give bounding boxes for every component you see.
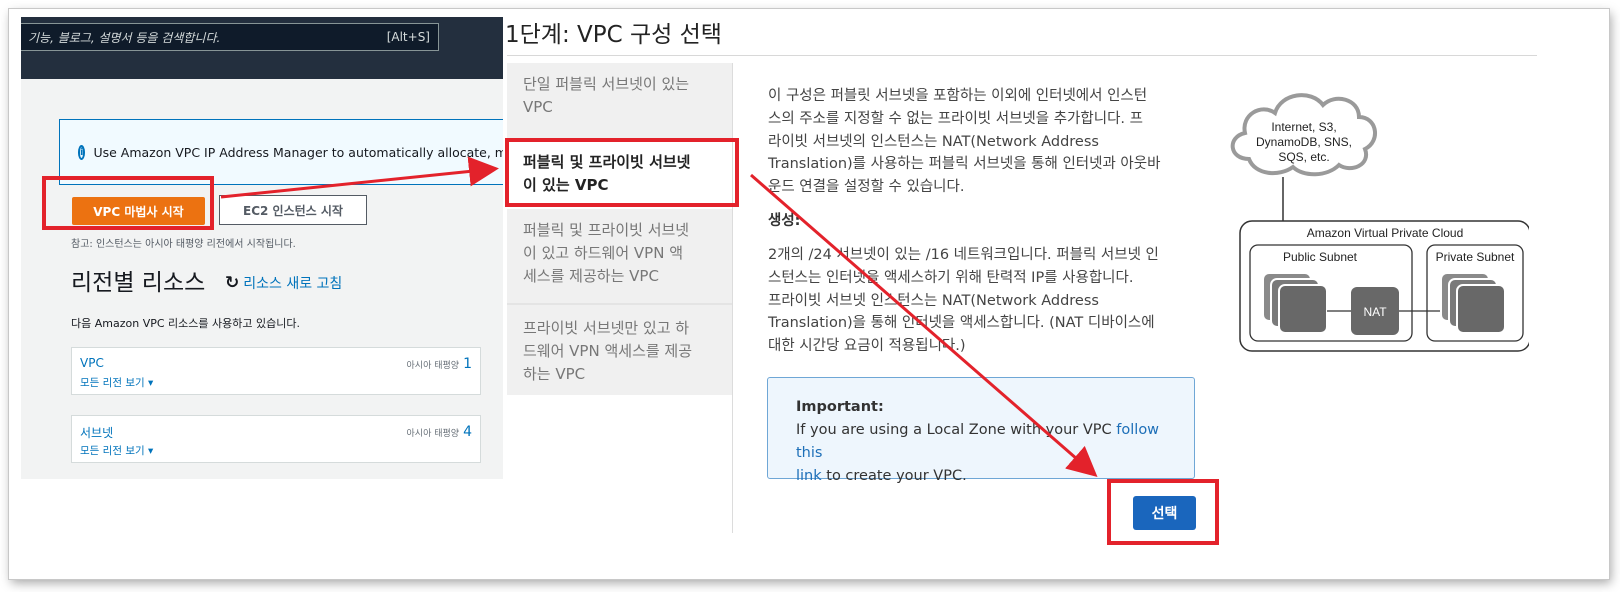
arrow-to-option	[220, 156, 499, 199]
screenshot-frame: 기능, 블로그, 설명서 등을 검색합니다. [Alt+S] i Use Ama…	[9, 9, 1609, 579]
arrow-to-select-button	[750, 173, 1098, 477]
annotation-arrows	[220, 156, 1098, 477]
